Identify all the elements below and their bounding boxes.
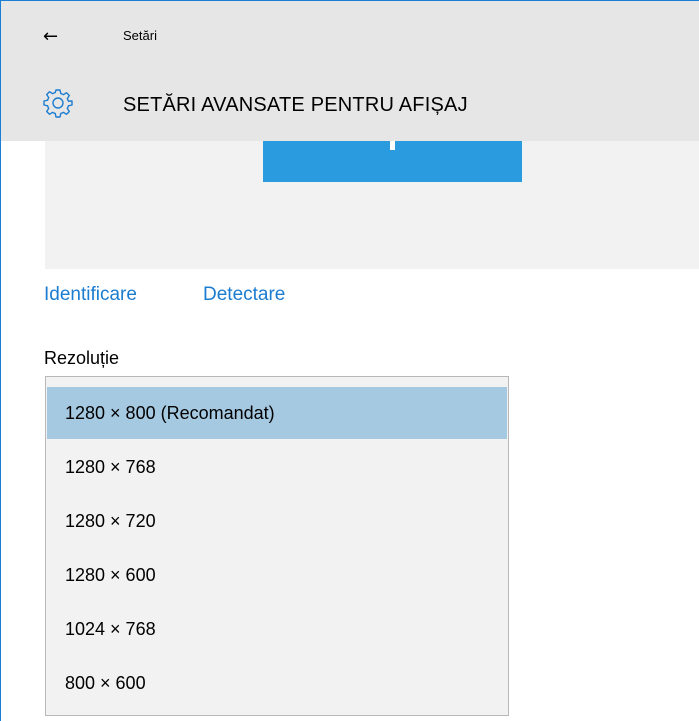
- resolution-option[interactable]: 1280 × 720: [47, 495, 507, 547]
- back-button[interactable]: ←: [43, 21, 83, 53]
- back-arrow-icon: ←: [43, 26, 59, 47]
- resolution-option[interactable]: 1280 × 768: [47, 441, 507, 493]
- display-preview: [45, 141, 699, 269]
- monitor-1-tile[interactable]: [263, 141, 522, 182]
- resolution-option[interactable]: 1024 × 768: [47, 603, 507, 655]
- resolution-label: Rezoluție: [44, 348, 120, 368]
- resolution-dropdown[interactable]: 1280 × 800 (Recomandat) 1280 × 768 1280 …: [45, 376, 509, 716]
- resolution-option[interactable]: 1280 × 600: [47, 549, 507, 601]
- gear-icon: [43, 89, 73, 118]
- page-title: SETĂRI AVANSATE PENTRU AFIȘAJ: [123, 94, 468, 116]
- identify-link[interactable]: Identificare: [44, 284, 137, 306]
- monitor-number: [390, 141, 395, 150]
- resolution-option[interactable]: 1280 × 800 (Recomandat): [47, 387, 507, 439]
- detect-link[interactable]: Detectare: [203, 284, 285, 306]
- resolution-option[interactable]: 800 × 600: [47, 657, 507, 709]
- settings-window: ← Setări SETĂRI AVANSATE PENTRU AFIȘAJ I…: [0, 0, 699, 721]
- app-title: Setări: [123, 28, 157, 43]
- title-bar: [1, 1, 699, 69]
